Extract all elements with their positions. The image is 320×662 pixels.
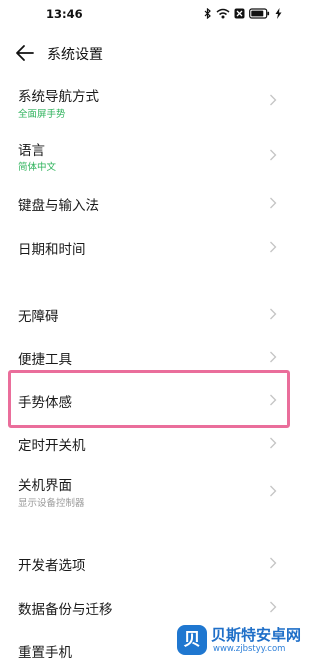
setting-value: 显示设备控制器 bbox=[18, 498, 85, 509]
chevron-right-icon bbox=[270, 557, 277, 569]
setting-label: 关机界面 bbox=[18, 478, 72, 494]
setting-label: 系统导航方式 bbox=[18, 89, 99, 105]
status-icons bbox=[204, 8, 282, 19]
chevron-right-icon bbox=[270, 197, 277, 209]
setting-power-menu[interactable]: 关机界面 显示设备控制器 bbox=[0, 468, 300, 516]
watermark-title: 贝斯特安卓网 bbox=[211, 626, 302, 644]
setting-label: 重置手机 bbox=[18, 645, 72, 661]
bluetooth-icon bbox=[204, 8, 211, 19]
chevron-right-icon bbox=[270, 94, 277, 106]
setting-label: 语言 bbox=[18, 143, 45, 159]
app-header: 系统设置 bbox=[0, 30, 300, 76]
setting-label: 键盘与输入法 bbox=[18, 198, 99, 214]
setting-accessibility[interactable]: 无障碍 bbox=[0, 297, 300, 337]
setting-value: 全面屏手势 bbox=[18, 109, 66, 120]
setting-scheduled-power[interactable]: 定时开关机 bbox=[0, 425, 300, 465]
chevron-right-icon bbox=[270, 241, 277, 253]
page-title: 系统设置 bbox=[47, 47, 103, 63]
chevron-right-icon bbox=[270, 351, 277, 363]
back-arrow-icon[interactable] bbox=[14, 43, 36, 63]
setting-keyboard-input[interactable]: 键盘与输入法 bbox=[0, 183, 300, 223]
chevron-right-icon bbox=[270, 437, 277, 449]
sim-disabled-icon bbox=[234, 8, 245, 19]
highlight-box bbox=[8, 370, 290, 428]
chevron-right-icon bbox=[270, 308, 277, 320]
setting-label: 日期和时间 bbox=[18, 242, 86, 258]
setting-date-time[interactable]: 日期和时间 bbox=[0, 226, 300, 266]
setting-language[interactable]: 语言 简体中文 bbox=[0, 133, 300, 181]
charging-icon bbox=[275, 8, 282, 19]
chevron-right-icon bbox=[270, 485, 277, 497]
watermark: 贝 贝斯特安卓网 www.zjbstyy.com bbox=[177, 623, 301, 659]
setting-label: 数据备份与迁移 bbox=[18, 602, 113, 618]
chevron-right-icon bbox=[270, 601, 277, 613]
wifi-icon bbox=[216, 8, 230, 19]
chevron-right-icon bbox=[270, 149, 277, 161]
watermark-logo: 贝 bbox=[177, 625, 207, 655]
setting-label: 定时开关机 bbox=[18, 438, 86, 454]
status-time: 13:46 bbox=[46, 7, 83, 21]
setting-label: 开发者选项 bbox=[18, 558, 86, 574]
watermark-url: www.zjbstyy.com bbox=[213, 644, 286, 654]
setting-developer-options[interactable]: 开发者选项 bbox=[0, 546, 300, 586]
setting-label: 无障碍 bbox=[18, 309, 59, 325]
battery-icon bbox=[249, 8, 270, 19]
setting-value: 简体中文 bbox=[18, 162, 57, 173]
setting-label: 便捷工具 bbox=[18, 352, 72, 368]
status-bar: 13:46 bbox=[0, 0, 300, 30]
setting-navigation-mode[interactable]: 系统导航方式 全面屏手势 bbox=[0, 80, 300, 128]
